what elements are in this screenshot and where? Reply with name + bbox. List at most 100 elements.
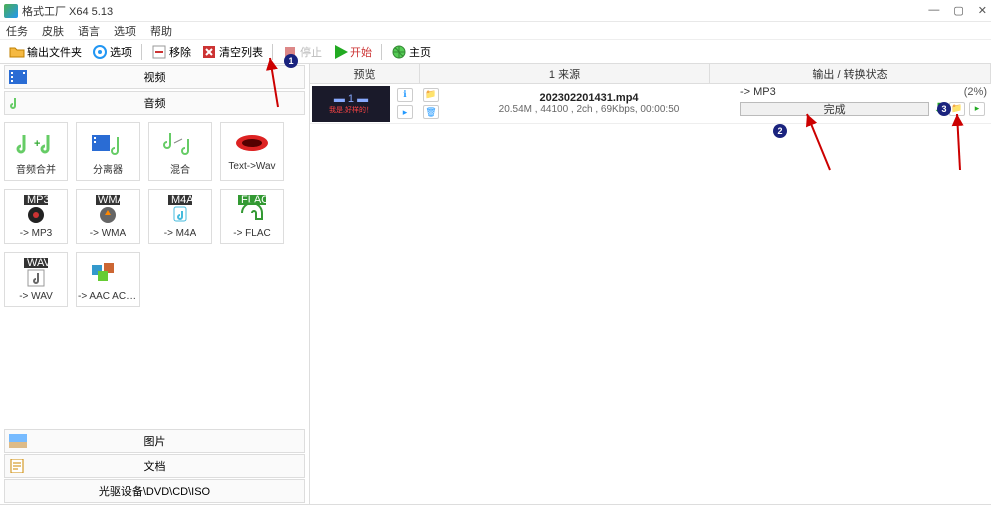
sidebar: 视频 音频 + 音频合并 分离器 混合 Text->Wav MP3 -> MP3 W… [0, 64, 310, 504]
tile-mp3[interactable]: MP3 -> MP3 [4, 189, 68, 244]
film-icon [9, 70, 27, 84]
clear-label: 清空列表 [219, 44, 263, 60]
task-filename: 202302201431.mp4 [539, 92, 638, 104]
window-controls: — ▢ ✕ [928, 4, 987, 17]
play-icon [332, 44, 348, 60]
output-folder-button[interactable]: 📁 [949, 102, 965, 116]
wma-icon: WMA [88, 194, 128, 226]
progress-bar: 完成 [740, 102, 929, 116]
menu-language[interactable]: 语言 [78, 23, 100, 39]
menu-help[interactable]: 帮助 [150, 23, 172, 39]
bottom-categories: 图片 文档 光驱设备\DVD\CD\ISO [0, 428, 309, 504]
titlebar: 格式工厂 X64 5.13 — ▢ ✕ [0, 0, 991, 22]
tile-wma[interactable]: WMA -> WMA [76, 189, 140, 244]
start-button[interactable]: 开始 [329, 43, 375, 61]
app-logo [4, 4, 18, 18]
tile-label: -> AAC AC3 DTS Etc... [78, 291, 138, 302]
svg-text:MP3: MP3 [27, 195, 50, 206]
info-button[interactable]: ℹ [397, 88, 413, 102]
options-icon [92, 44, 108, 60]
svg-text:+: + [34, 138, 40, 150]
task-preview-buttons: ℹ ▸ [392, 84, 418, 123]
tile-aac[interactable]: -> AAC AC3 DTS Etc... [76, 252, 140, 307]
main-area: 视频 音频 + 音频合并 分离器 混合 Text->Wav MP3 -> MP3 W… [0, 64, 991, 504]
header-output[interactable]: 输出 / 转换状态 [710, 64, 991, 83]
globe-icon [391, 44, 407, 60]
content-area: 预览 1 来源 输出 / 转换状态 ▬ 1 ▬我是,好样的！ ℹ ▸ 📁 🗑 2… [310, 64, 991, 504]
menu-task[interactable]: 任务 [6, 23, 28, 39]
task-file-buttons: 📁 🗑 [418, 84, 444, 123]
menu-options[interactable]: 选项 [114, 23, 136, 39]
remove-icon [151, 44, 167, 60]
tile-mix[interactable]: 混合 [148, 122, 212, 181]
clear-button[interactable]: 清空列表 [198, 43, 266, 61]
open-folder-button[interactable]: 📁 [423, 88, 439, 102]
flac-icon: FLAC [232, 194, 272, 226]
maximize-button[interactable]: ▢ [953, 4, 963, 17]
tile-label: 混合 [170, 161, 190, 176]
download-icon[interactable]: ⬇ [933, 100, 945, 117]
aac-icon [88, 257, 128, 289]
statusbar [0, 504, 991, 516]
tile-label: 音频合并 [16, 161, 56, 176]
delete-button[interactable]: 🗑 [423, 105, 439, 119]
svg-text:WMA: WMA [98, 195, 126, 206]
tile-label: -> MP3 [20, 228, 53, 239]
task-output: -> MP3 完成 ⬇ 📁 ▸ (2%) [734, 84, 991, 123]
output-play-button[interactable]: ▸ [969, 102, 985, 116]
category-devices[interactable]: 光驱设备\DVD\CD\ISO [4, 479, 305, 503]
category-video[interactable]: 视频 [4, 65, 305, 89]
category-audio-label: 音频 [144, 95, 166, 111]
task-percent: (2%) [964, 86, 987, 98]
picture-icon [9, 434, 27, 448]
task-thumbnail[interactable]: ▬ 1 ▬我是,好样的！ [312, 86, 390, 122]
merge-icon: + [16, 127, 56, 159]
note-icon [9, 96, 27, 110]
tile-m4a[interactable]: M4A-> M4A [148, 189, 212, 244]
clear-icon [201, 44, 217, 60]
tile-audio-merge[interactable]: + 音频合并 [4, 122, 68, 181]
category-picture[interactable]: 图片 [4, 429, 305, 453]
menu-skin[interactable]: 皮肤 [42, 23, 64, 39]
tile-label: -> WAV [19, 291, 53, 302]
stop-label: 停止 [300, 44, 322, 60]
menubar: 任务 皮肤 语言 选项 帮助 [0, 22, 991, 40]
category-video-label: 视频 [144, 69, 166, 85]
tile-flac[interactable]: FLAC -> FLAC [220, 189, 284, 244]
mp3-icon: MP3 [16, 194, 56, 226]
mouth-icon [232, 127, 272, 159]
category-picture-label: 图片 [144, 433, 166, 449]
output-folder-label: 输出文件夹 [27, 44, 82, 60]
window-title: 格式工厂 X64 5.13 [22, 3, 928, 19]
mix-icon [160, 127, 200, 159]
output-folder-button[interactable]: 输出文件夹 [6, 43, 85, 61]
svg-text:WAV: WAV [27, 258, 51, 269]
category-audio[interactable]: 音频 [4, 91, 305, 115]
start-label: 开始 [350, 44, 372, 60]
home-button[interactable]: 主页 [388, 43, 434, 61]
tile-label: -> M4A [164, 228, 197, 239]
close-button[interactable]: ✕ [978, 4, 987, 17]
home-label: 主页 [409, 44, 431, 60]
options-button[interactable]: 选项 [89, 43, 135, 61]
wav-icon: WAV [16, 257, 56, 289]
tile-label: -> FLAC [233, 228, 271, 239]
splitter-icon [88, 127, 128, 159]
task-source: 202302201431.mp4 20.54M , 44100 , 2ch , … [444, 84, 734, 123]
category-devices-label: 光驱设备\DVD\CD\ISO [99, 483, 210, 499]
tile-splitter[interactable]: 分离器 [76, 122, 140, 181]
category-document[interactable]: 文档 [4, 454, 305, 478]
tile-label: -> WMA [90, 228, 126, 239]
play-button[interactable]: ▸ [397, 105, 413, 119]
stop-button[interactable]: 停止 [279, 43, 325, 61]
tile-text2wav[interactable]: Text->Wav [220, 122, 284, 181]
tile-label: Text->Wav [228, 161, 275, 172]
minimize-button[interactable]: — [928, 4, 939, 17]
document-icon [9, 459, 27, 473]
header-source[interactable]: 1 来源 [420, 64, 710, 83]
list-headers: 预览 1 来源 输出 / 转换状态 [310, 64, 991, 84]
task-row[interactable]: ▬ 1 ▬我是,好样的！ ℹ ▸ 📁 🗑 202302201431.mp4 20… [310, 84, 991, 124]
header-preview[interactable]: 预览 [310, 64, 420, 83]
remove-button[interactable]: 移除 [148, 43, 194, 61]
tile-wav[interactable]: WAV -> WAV [4, 252, 68, 307]
